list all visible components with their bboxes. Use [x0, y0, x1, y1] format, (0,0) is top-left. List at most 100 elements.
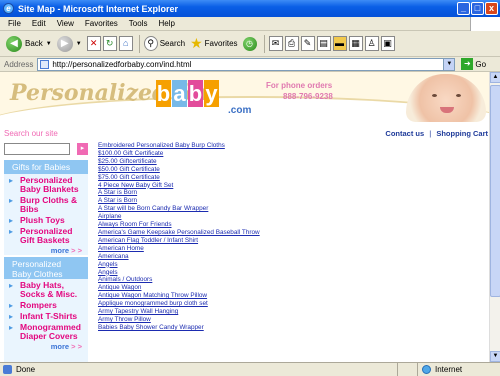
sitemap-link[interactable]: Angels	[98, 269, 398, 277]
logo-block: b	[156, 80, 171, 107]
menu-help[interactable]: Help	[158, 19, 174, 28]
forward-button[interactable]: ▶ ▼	[56, 35, 82, 52]
sitemap-link[interactable]: American Flag Toddler / Infant Shirt	[98, 237, 398, 245]
arrow-icon: ▸	[9, 216, 14, 225]
logo-suffix: .com	[228, 105, 252, 116]
forward-dropdown-icon[interactable]: ▼	[76, 41, 82, 47]
back-button[interactable]: ◀ Back ▼	[6, 35, 52, 52]
sitemap-link[interactable]: Airplane	[98, 213, 398, 221]
menu-file[interactable]: File	[8, 19, 21, 28]
favorites-label: Favorites	[204, 39, 238, 48]
sitemap-link[interactable]: Antique Wagon	[98, 284, 398, 292]
address-dropdown-icon[interactable]: ▼	[443, 58, 455, 70]
gifts-more-link[interactable]: more > >	[4, 245, 88, 255]
sitemap-link[interactable]: Army Tapestry Wall Hanging	[98, 308, 398, 316]
address-url: http://personalizedforbaby.com/ind.html	[52, 59, 192, 69]
sidebar-item[interactable]: ▸ Baby Hats, Socks & Misc.	[4, 279, 88, 299]
site-search-go-button[interactable]: ▸	[77, 143, 88, 155]
menu-view[interactable]: View	[57, 19, 74, 28]
sidebar-item[interactable]: ▸ Personalized Gift Baskets	[4, 225, 88, 245]
sitemap-link[interactable]: Animals / Outdoors	[98, 276, 398, 284]
sitemap-link[interactable]: Angels	[98, 261, 398, 269]
shopping-cart-link[interactable]: Shopping Cart	[436, 129, 488, 138]
sitemap-link[interactable]: America's Game Keepsake Personalized Bas…	[98, 229, 398, 237]
sitemap-link[interactable]: Always Room For Friends	[98, 221, 398, 229]
menu-edit[interactable]: Edit	[32, 19, 46, 28]
status-text: Done	[16, 364, 36, 374]
stop-icon[interactable]: ✕	[86, 36, 101, 51]
page-content: Personalized for b a b y .com For phone …	[0, 72, 489, 362]
refresh-icon[interactable]: ↻	[102, 36, 117, 51]
tools-icon[interactable]: ▣	[380, 36, 395, 51]
home-icon[interactable]: ⌂	[118, 36, 133, 51]
contact-link[interactable]: Contact us	[385, 129, 424, 138]
maximize-button[interactable]: □	[471, 2, 484, 15]
sitemap-link[interactable]: $75.00 Gift Certificate	[98, 174, 398, 182]
discuss-icon[interactable]: ▤	[316, 36, 331, 51]
back-label: Back	[25, 39, 43, 48]
go-arrow-icon: ➜	[461, 58, 474, 70]
mail-icon[interactable]: ✉	[268, 36, 283, 51]
research-icon[interactable]: ▦	[348, 36, 363, 51]
sitemap-link[interactable]: Antique Wagon Matching Throw Pillow	[98, 292, 398, 300]
media-icon[interactable]: ◷	[242, 36, 257, 51]
baby-eye	[432, 94, 437, 97]
sidebar-item[interactable]: ▸ Burp Cloths & Bibs	[4, 194, 88, 214]
sitemap-link[interactable]: $25.00 Giftcertificate	[98, 158, 398, 166]
logo-blocks[interactable]: b a b y	[156, 80, 220, 107]
sidebar-item[interactable]: ▸ Infant T-Shirts	[4, 310, 88, 322]
sidebar-item[interactable]: ▸ Personalized Baby Blankets	[4, 174, 88, 194]
toolbar-separator	[263, 34, 265, 53]
sitemap-link[interactable]: A Star will be Born Candy Bar Wrapper	[98, 205, 398, 213]
sitemap-link[interactable]: American Home	[98, 245, 398, 253]
clothes-heading: Personalized Baby Clothes	[4, 257, 88, 279]
print-icon[interactable]: ⎙	[284, 36, 299, 51]
status-cell	[397, 362, 417, 376]
favorites-button[interactable]: ★ Favorites	[190, 35, 237, 52]
address-label: Address	[4, 59, 34, 69]
search-label: Search	[159, 39, 186, 48]
site-search-input[interactable]	[4, 143, 70, 155]
scroll-up-icon[interactable]: ▲	[490, 72, 500, 83]
logo-block: y	[204, 80, 219, 107]
sitemap-link[interactable]: Army Throw Pillow	[98, 316, 398, 324]
messenger-icon[interactable]: ♙	[364, 36, 379, 51]
search-site-label: Search our site	[4, 129, 58, 138]
sidebar-item[interactable]: ▸ Monogrammed Diaper Covers	[4, 321, 88, 341]
sitemap-link[interactable]: Applique monogrammed burp cloth set	[98, 300, 398, 308]
minimize-button[interactable]: _	[457, 2, 470, 15]
clothes-more-link[interactable]: more > >	[4, 341, 88, 351]
edit-icon[interactable]: ✎	[300, 36, 315, 51]
arrow-icon: ▸	[9, 196, 14, 205]
address-input[interactable]: http://personalizedforbaby.com/ind.html …	[37, 57, 456, 71]
search-icon: ⚲	[143, 36, 158, 51]
toolbar: ◀ Back ▼ ▶ ▼ ✕ ↻ ⌂ ⚲ Search ★ Favorites …	[0, 31, 500, 57]
vertical-scrollbar[interactable]: ▲ ▼	[489, 72, 500, 362]
folder-icon[interactable]: ▬	[332, 36, 347, 51]
sitemap-link[interactable]: 4 Piece New Baby Gift Set	[98, 182, 398, 190]
menu-favorites[interactable]: Favorites	[85, 19, 118, 28]
sitemap-link[interactable]: A Star is Born	[98, 189, 398, 197]
scroll-thumb[interactable]	[490, 85, 500, 297]
sitemap-link[interactable]: A Star is Born	[98, 197, 398, 205]
search-button[interactable]: ⚲ Search	[143, 36, 186, 51]
logo-block: a	[172, 80, 187, 107]
sitemap-link[interactable]: Americana	[98, 253, 398, 261]
browser-window: e Site Map - Microsoft Internet Explorer…	[0, 0, 500, 376]
back-dropdown-icon[interactable]: ▼	[46, 41, 52, 47]
menu-tools[interactable]: Tools	[129, 19, 148, 28]
sitemap-link[interactable]: $100.00 Gift Certificate	[98, 150, 398, 158]
window-title: Site Map - Microsoft Internet Explorer	[18, 3, 179, 14]
scroll-down-icon[interactable]: ▼	[490, 351, 500, 362]
star-icon: ★	[190, 35, 203, 51]
close-button[interactable]: x	[485, 2, 498, 15]
sidebar-item[interactable]: ▸ Plush Toys	[4, 214, 88, 226]
phone-label: For phone orders	[266, 81, 333, 90]
sitemap-link[interactable]: Babies Baby Shower Candy Wrapper	[98, 324, 398, 332]
sitemap-link[interactable]: Embroidered Personalized Baby Burp Cloth…	[98, 142, 398, 150]
sitemap-link[interactable]: $50.00 Gift Certificate	[98, 166, 398, 174]
sidebar-item[interactable]: ▸ Rompers	[4, 299, 88, 311]
windows-logo-icon	[470, 17, 500, 31]
forward-arrow-icon: ▶	[56, 35, 73, 52]
go-button[interactable]: ➜ Go	[461, 58, 486, 70]
